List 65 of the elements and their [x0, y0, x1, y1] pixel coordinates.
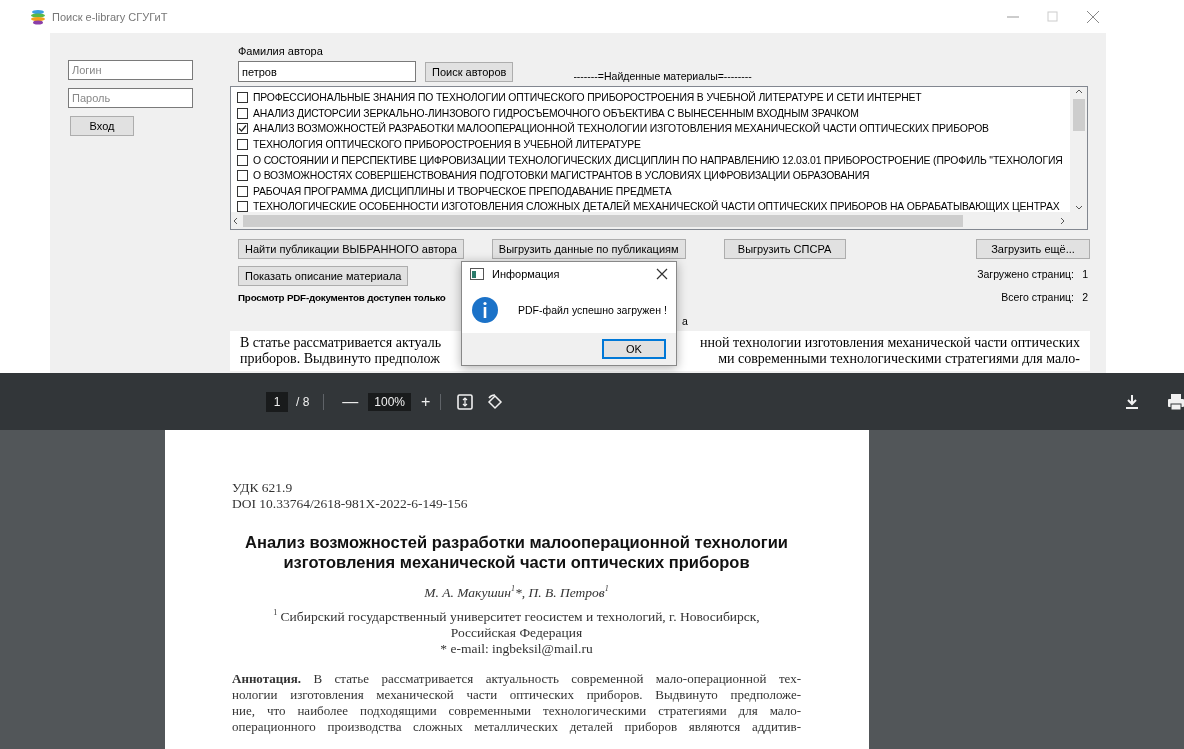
checkbox[interactable]	[237, 139, 248, 151]
zoom-out-button[interactable]: —	[338, 392, 363, 411]
material-title[interactable]: ПРОФЕССИОНАЛЬНЫЕ ЗНАНИЯ ПО ТЕХНОЛОГИИ ОПТИЧЕСКОГО ПРИБОРОСТРОЕНИЯ В УЧЕБНОЙ ЛИТЕРАТУРЕ И СЕТИ ИНТЕРНЕТ	[253, 92, 922, 104]
material-title[interactable]: ТЕХНОЛОГИЧЕСКИЕ ОСОБЕННОСТИ ИЗГОТОВЛЕНИЯ СЛОЖНЫХ ДЕТАЛЕЙ МЕХАНИЧЕСКОЙ ЧАСТИ ОПТИЧЕСКИХ ПРИБОРОВ НА ОБРАБАТЫВАЮЩИХ ЦЕНТРАХ	[253, 201, 1060, 212]
list-heading: -------=Найденные материалы=--------	[573, 70, 752, 82]
checkbox[interactable]	[237, 170, 248, 182]
udk-code: УДК 621.9	[232, 480, 294, 496]
pdf-notice: Просмотр PDF-документов доступен только	[238, 292, 446, 303]
vertical-scrollbar[interactable]	[1070, 87, 1087, 212]
zoom-in-button[interactable]: +	[417, 392, 435, 411]
scroll-thumb[interactable]	[243, 214, 963, 227]
author-email: * e-mail: ingbeksil@mail.ru	[439, 641, 594, 657]
search-authors-button[interactable]: Поиск авторов	[425, 62, 514, 82]
material-title[interactable]: О СОСТОЯНИИ И ПЕРСПЕКТИВЕ ЦИФРОВИЗАЦИИ ТЕХНОЛОГИЧЕСКИХ ДИСЦИПЛИН ПО НАПРАВЛЕНИЮ 12.03.01 ПРИБОРОСТРОЕНИЕ (ПРОФИЛЬ "ТЕХНОЛОГИЯ	[253, 154, 1063, 166]
checkbox[interactable]	[237, 201, 248, 212]
checkbox[interactable]	[237, 154, 248, 166]
notice-fragment: а	[682, 315, 688, 327]
dialog-title: Информация	[492, 268, 560, 280]
export-spsra-button[interactable]: Выгрузить СПСРА	[723, 239, 846, 259]
pages-total-value: 2	[1081, 290, 1088, 305]
page-number-field[interactable]: 1	[266, 391, 288, 412]
horizontal-scrollbar[interactable]	[231, 212, 1087, 229]
description-text: приборов. Выдвинуто предполож	[240, 351, 440, 367]
pages-loaded-label: Загружено страниц:	[977, 268, 1074, 282]
checkbox[interactable]	[237, 123, 248, 135]
page-count: / 8	[296, 394, 310, 409]
checkbox[interactable]	[237, 185, 248, 197]
load-more-button[interactable]: Загрузить ещё...	[976, 239, 1090, 259]
checkbox[interactable]	[237, 107, 248, 119]
author-field[interactable]: петров	[238, 61, 416, 82]
article-title: Анализ возможностей разработки малооперационной технологии изготовления механической части оптических приборов	[244, 532, 789, 572]
login-button[interactable]: Вход	[70, 116, 134, 136]
article-authors: М. А. Макушин$^{1}$*, П. В. Петров$^{1}$	[423, 583, 610, 602]
description-text: В статье рассматривается актуаль	[240, 335, 442, 351]
export-publications-button[interactable]: Выгрузить данные по публикациям	[491, 239, 686, 259]
pages-total-label: Всего страниц:	[1000, 290, 1074, 305]
dialog-message: PDF-файл успешно загружен !	[518, 303, 667, 316]
author-affiliation: $^{1}$ Сибирский государственный университет геосистем и технологий, г. Новосибирск, Российская Федерация	[272, 606, 761, 641]
password-field[interactable]: Пароль	[68, 88, 193, 108]
material-title[interactable]: АНАЛИЗ ДИСТОРСИИ ЗЕРКАЛЬНО-ЛИНЗОВОГО ГИДРОСЪЕМОЧНОГО ОБЪЕКТИВА С ВЫНЕСЕННЫМ ВХОДНЫМ ЗРАЧКОМ	[253, 107, 859, 119]
checkbox[interactable]	[237, 92, 248, 104]
description-text: нной технологии изготовления механической части оптических	[700, 335, 1080, 351]
find-publications-button[interactable]: Найти публикации ВЫБРАННОГО автора	[238, 239, 464, 259]
materials-list[interactable]	[230, 86, 1088, 230]
app-logo-icon	[30, 8, 46, 25]
doi-code: DOI 10.33764/2618-981X-2022-6-149-156	[232, 496, 469, 512]
close-icon[interactable]	[656, 268, 668, 280]
material-title[interactable]: О ВОЗМОЖНОСТЯХ СОВЕРШЕНСТВОВАНИЯ ПОДГОТОВКИ МАГИСТРАНТОВ В УСЛОВИЯХ ЦИФРОВИЗАЦИИ ОБРАЗОВАНИЯ	[253, 170, 870, 182]
material-title[interactable]: РАБОЧАЯ ПРОГРАММА ДИСЦИПЛИНЫ И ТВОРЧЕСКОЕ ПРЕПОДАВАНИЕ ПРЕДМЕТА	[253, 185, 672, 197]
pages-loaded-value: 1	[1081, 268, 1088, 282]
description-text: ми современными технологическими стратегиями для мало-	[718, 351, 1080, 367]
material-title[interactable]: АНАЛИЗ ВОЗМОЖНОСТЕЙ РАЗРАБОТКИ МАЛООПЕРАЦИОННОЙ ТЕХНОЛОГИИ ИЗГОТОВЛЕНИЯ МЕХАНИЧЕСКОЙ ЧАСТИ ОПТИЧЕСКИХ ПРИБОРОВ	[253, 123, 989, 135]
info-icon	[472, 296, 498, 323]
ok-button[interactable]: OK	[602, 339, 666, 359]
login-field[interactable]: Логин	[68, 60, 193, 80]
material-title[interactable]: ТЕХНОЛОГИЯ ОПТИЧЕСКОГО ПРИБОРОСТРОЕНИЯ В УЧЕБНОЙ ЛИТЕРАТУРЕ	[253, 139, 641, 151]
fit-page-icon[interactable]	[455, 391, 476, 412]
window-icon	[470, 267, 484, 281]
zoom-field[interactable]: 100%	[368, 392, 412, 411]
window-title: Поиск e-library СГУГиТ	[52, 10, 168, 23]
show-description-button[interactable]: Показать описание материала	[238, 266, 409, 286]
abstract-text: Аннотация. В статье рассматривается актуальность современной мало-операционной тех- нологии изготовления механической части оптических приборов. Выдвинуто предположе- ние, что наиболее подходящими современными технологическими стратегиями для мало- операционного производства сложных металлических деталей приборов являются аддитив-	[232, 671, 801, 735]
field-label: Фамилия автора	[238, 45, 324, 59]
print-icon[interactable]	[1166, 391, 1184, 412]
scroll-thumb[interactable]	[1072, 99, 1085, 131]
